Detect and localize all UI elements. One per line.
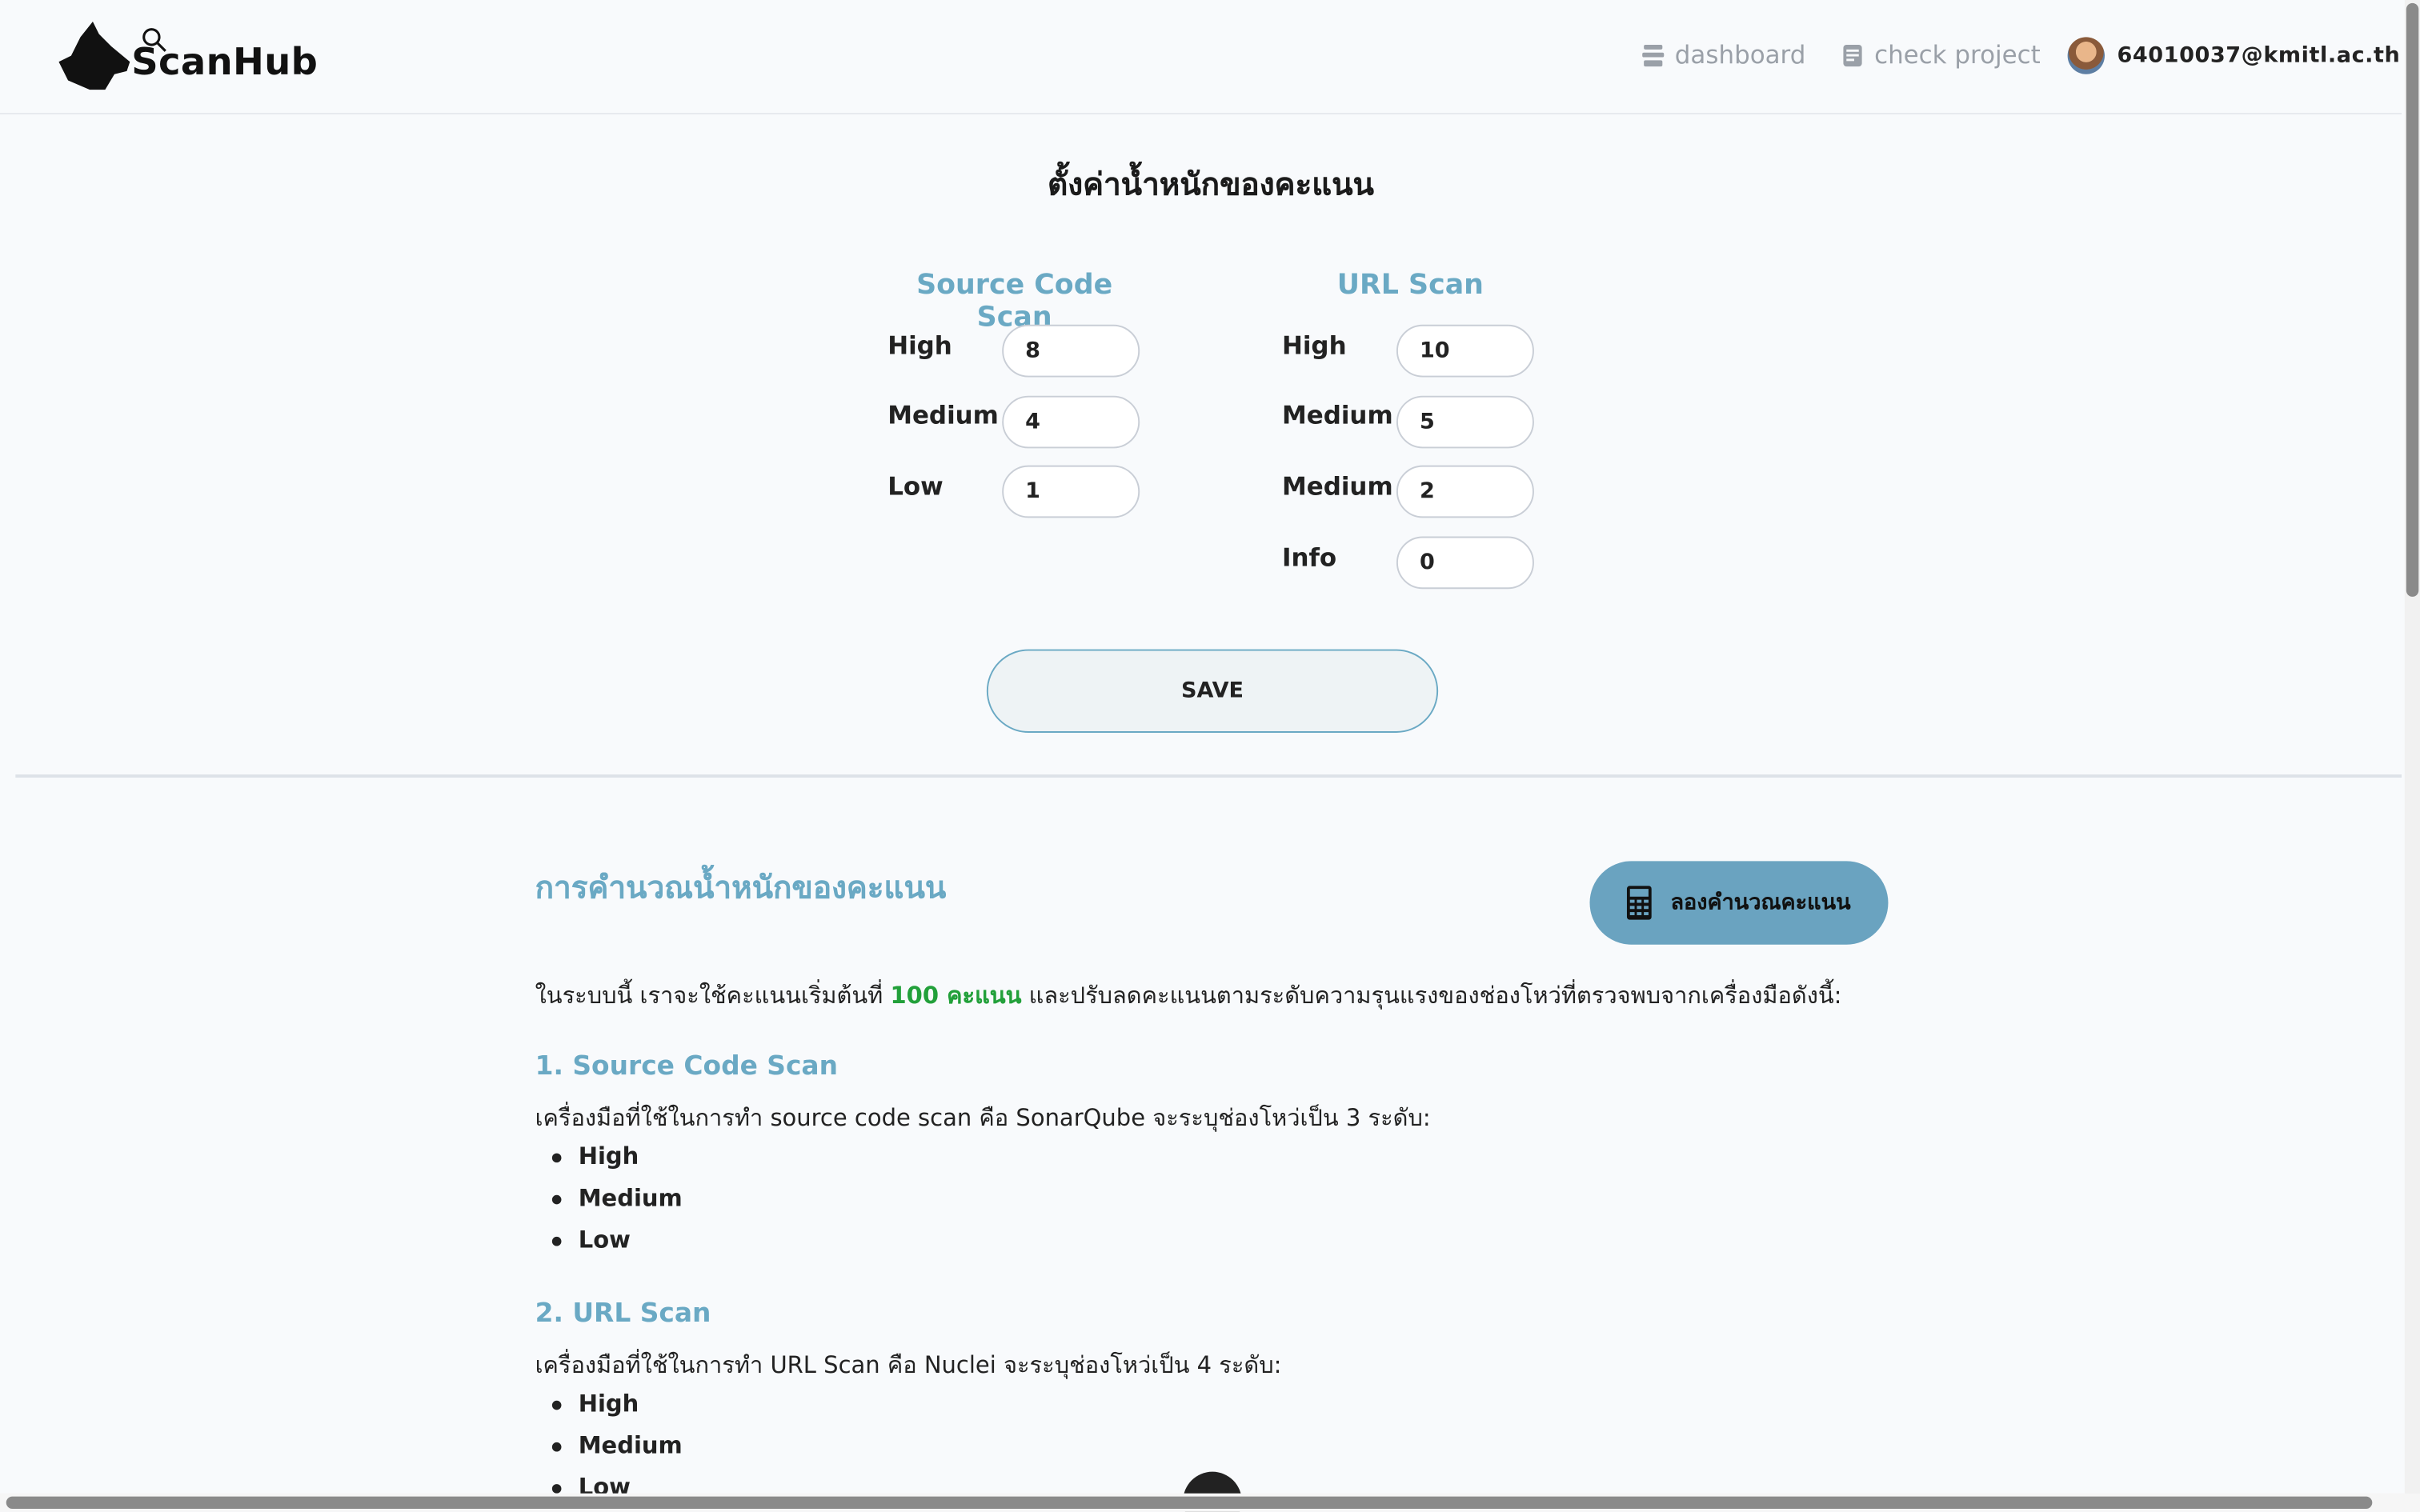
source-code-section-title: 1. Source Code Scan (535, 1051, 838, 1082)
document-icon (1843, 44, 1862, 66)
list-item: Low (551, 1226, 631, 1254)
top-navbar: ScanHub dashboard check project 64010037… (0, 0, 2402, 114)
url-info-label: Info (1281, 542, 1337, 572)
user-email: 64010037@kmitl.ac.th (2117, 43, 2401, 69)
scanhub-logo[interactable]: ScanHub (58, 18, 318, 96)
page-title: ตั้งค่าน้ำหนักของคะแนน (1048, 165, 1374, 203)
url-high-label: High (1281, 330, 1347, 361)
intro-highlight: 100 คะแนน (890, 982, 1022, 1010)
source-low-label: Low (887, 471, 944, 502)
calculation-title: การคำนวณน้ำหนักของคะแนน (535, 869, 947, 906)
url-medium-input[interactable] (1396, 395, 1534, 449)
source-code-section-description: เครื่องมือที่ใช้ในการทำ source code scan… (535, 1103, 1431, 1132)
list-item: Medium (551, 1431, 683, 1459)
url-high-input[interactable] (1396, 324, 1534, 378)
source-medium-input[interactable] (1002, 395, 1140, 449)
source-low-input[interactable] (1002, 465, 1140, 518)
horizontal-scrollbar[interactable] (6, 1496, 2373, 1510)
url-scan-section-title: 2. URL Scan (535, 1298, 711, 1330)
url-low-label: Medium (1281, 471, 1393, 502)
url-scan-section-description: เครื่องมือที่ใช้ในการทำ URL Scan คือ Nuc… (535, 1350, 1282, 1379)
url-low-input[interactable] (1396, 465, 1534, 518)
user-menu[interactable]: 64010037@kmitl.ac.th (2067, 37, 2401, 74)
list-item: High (551, 1142, 639, 1170)
list-item: Medium (551, 1184, 683, 1212)
section-divider (15, 774, 2402, 778)
avatar (2067, 37, 2105, 74)
calculator-icon (1627, 886, 1653, 920)
list-item: High (551, 1390, 639, 1418)
calculation-intro: ในระบบนี้ เราจะใช้คะแนนเริ่มต้นที่ 100 ค… (535, 977, 1842, 1014)
nav-dashboard-label: dashboard (1674, 40, 1806, 70)
source-medium-label: Medium (887, 400, 999, 430)
url-medium-label: Medium (1281, 400, 1393, 430)
try-calculate-label: ลองคำนวณคะแนน (1670, 890, 1851, 915)
nav-check-project-label: check project (1874, 40, 2041, 70)
vertical-scrollbar[interactable] (2406, 2, 2419, 597)
page: ScanHub dashboard check project 64010037… (0, 0, 2420, 1512)
app-name: ScanHub (131, 40, 319, 84)
url-info-input[interactable] (1396, 536, 1534, 590)
try-calculate-button[interactable]: ลองคำนวณคะแนน (1589, 861, 1889, 945)
source-high-label: High (887, 330, 952, 361)
intro-before: ในระบบนี้ เราจะใช้คะแนนเริ่มต้นที่ (535, 982, 883, 1010)
dashboard-icon (1642, 44, 1665, 66)
url-scan-title: URL Scan (1336, 269, 1484, 302)
save-button[interactable]: SAVE (986, 649, 1439, 733)
intro-after: และปรับลดคะแนนตามระดับความรุนแรงของช่องโ… (1028, 982, 1842, 1010)
nav-dashboard[interactable]: dashboard (1641, 40, 1805, 70)
source-high-input[interactable] (1002, 324, 1140, 378)
nav-check-project[interactable]: check project (1841, 40, 2041, 70)
wolf-icon (58, 22, 130, 90)
